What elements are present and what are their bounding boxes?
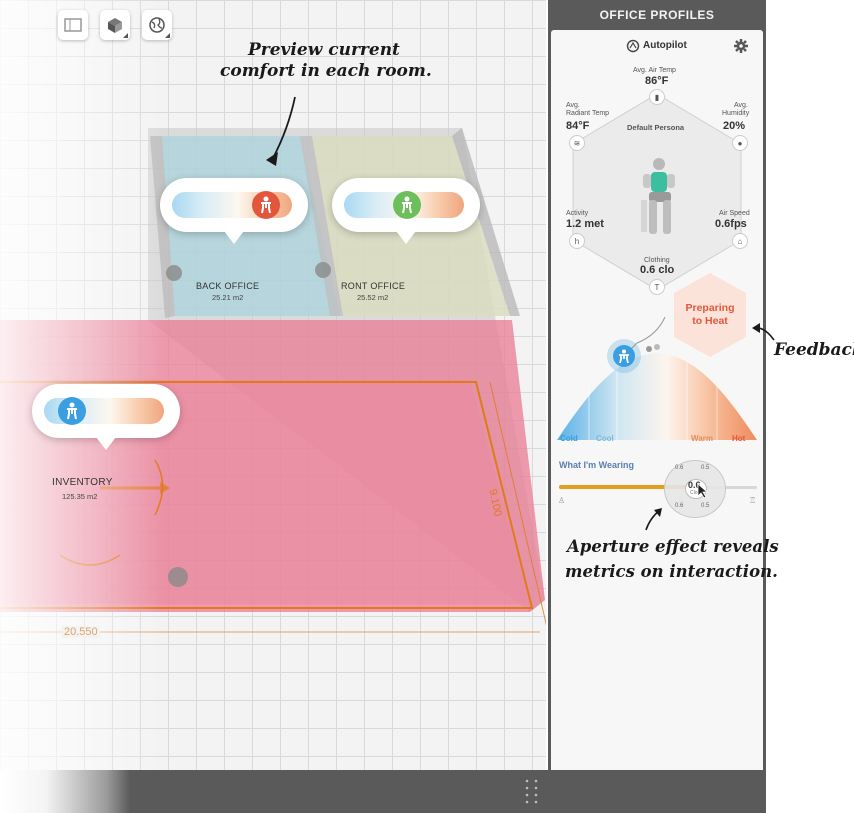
panel-title: OFFICE PROFILES bbox=[599, 8, 715, 22]
comfort-bubble-back-office[interactable] bbox=[160, 178, 308, 244]
room-area-front-office: 25.52 m2 bbox=[357, 293, 389, 302]
person-icon bbox=[58, 397, 86, 425]
comfort-curve-chart bbox=[557, 316, 757, 443]
annotation-aperture-line2: metrics on interaction. bbox=[565, 562, 778, 581]
globe-button[interactable] bbox=[142, 10, 172, 40]
seated-person-figure bbox=[641, 158, 675, 234]
scale-label-warm: Warm bbox=[691, 434, 713, 443]
scale-label-cool: Cool bbox=[596, 434, 614, 443]
feedback-arrow bbox=[752, 323, 775, 341]
activity-value: 1.2 met bbox=[566, 218, 604, 230]
mode-label: Autopilot bbox=[643, 40, 687, 51]
room-area-inventory: 125.35 m2 bbox=[62, 492, 98, 501]
view-cube-button[interactable] bbox=[100, 10, 130, 40]
shirt-icon[interactable]: T bbox=[649, 279, 665, 295]
scale-label-hot: Hot bbox=[732, 434, 746, 443]
aperture-tick: 0.6 bbox=[675, 503, 684, 509]
aperture-tick: 0.5 bbox=[701, 465, 710, 471]
room-area-back-office: 25.21 m2 bbox=[212, 293, 244, 302]
humidity-label-2: Humidity bbox=[722, 110, 750, 117]
aperture-tick: 0.5 bbox=[701, 503, 710, 509]
bottom-status-bar bbox=[0, 770, 766, 813]
radiant-temp-label-2: Radiant Temp bbox=[566, 110, 610, 117]
radiant-temp-value: 84°F bbox=[566, 120, 590, 132]
light-clothing-icon: ♙ bbox=[558, 496, 566, 505]
office-profiles-panel: OFFICE PROFILES Autopilot Avg. Air Temp … bbox=[548, 0, 766, 770]
cube-view-icon bbox=[108, 18, 122, 33]
wearing-label: What I'm Wearing bbox=[559, 460, 634, 470]
3d-viewport[interactable]: BACK OFFICE 25.21 m2 RONT OFFICE 25.52 m… bbox=[0, 0, 546, 770]
persona-label: Default Persona bbox=[627, 123, 685, 132]
clothing-value: 0.6 clo bbox=[640, 264, 675, 276]
radiant-heat-icon[interactable]: ≋ bbox=[569, 135, 585, 151]
comfort-bubble-front-office[interactable] bbox=[332, 178, 480, 244]
droplet-icon[interactable]: ● bbox=[732, 135, 748, 151]
panel-icon bbox=[64, 18, 82, 32]
thermometer-icon[interactable]: ▮ bbox=[649, 89, 665, 105]
air-temp-label: Avg. Air Temp bbox=[633, 67, 676, 74]
radiant-temp-label-1: Avg. bbox=[566, 102, 580, 109]
drag-handle-icon[interactable] bbox=[524, 778, 540, 804]
aperture-tick: 0.6 bbox=[675, 465, 684, 471]
gear-icon[interactable] bbox=[734, 39, 748, 53]
person-icon bbox=[393, 191, 421, 219]
annotation-aperture-line1: Aperture effect reveals bbox=[567, 537, 779, 556]
room-label-inventory: INVENTORY bbox=[52, 477, 113, 488]
activity-label: Activity bbox=[566, 210, 589, 217]
chair-icon[interactable]: h bbox=[569, 233, 585, 249]
room-label-front-office: RONT OFFICE bbox=[341, 281, 406, 291]
annotation-preview-line1: Preview current bbox=[248, 40, 400, 60]
person-icon bbox=[252, 191, 280, 219]
globe-icon bbox=[149, 17, 165, 33]
cursor-icon bbox=[697, 483, 709, 499]
panel-card: Autopilot Avg. Air Temp 86°F ▮ Avg. Radi… bbox=[551, 30, 763, 770]
width-dimension-label: 20.550 bbox=[62, 626, 100, 638]
autopilot-icon bbox=[626, 39, 640, 53]
house-icon[interactable]: ⌂ bbox=[732, 233, 748, 249]
heavy-clothing-icon: ♖ bbox=[749, 496, 757, 505]
aperture-arrow bbox=[645, 508, 662, 531]
air-speed-value: 0.6fps bbox=[715, 218, 747, 230]
person-icon bbox=[619, 349, 629, 363]
panel-toggle-button[interactable] bbox=[58, 10, 88, 40]
scale-label-cold: Cold bbox=[560, 434, 578, 443]
humidity-value: 20% bbox=[723, 120, 746, 132]
current-comfort-marker[interactable] bbox=[613, 345, 635, 367]
status-line-1: Preparing bbox=[685, 302, 735, 314]
annotation-feedback: Feedback bbox=[774, 340, 854, 360]
aperture-dial[interactable]: 0.6 0.5 0.6 0.5 0.6 Clo bbox=[664, 460, 726, 518]
room-label-back-office: BACK OFFICE bbox=[196, 281, 260, 291]
annotation-preview-line2: comfort in each room. bbox=[220, 61, 432, 81]
air-speed-label: Air Speed bbox=[719, 210, 750, 217]
air-temp-value: 86°F bbox=[645, 75, 669, 87]
humidity-label-1: Avg. bbox=[734, 102, 748, 109]
comfort-bubble-inventory[interactable] bbox=[32, 384, 180, 450]
